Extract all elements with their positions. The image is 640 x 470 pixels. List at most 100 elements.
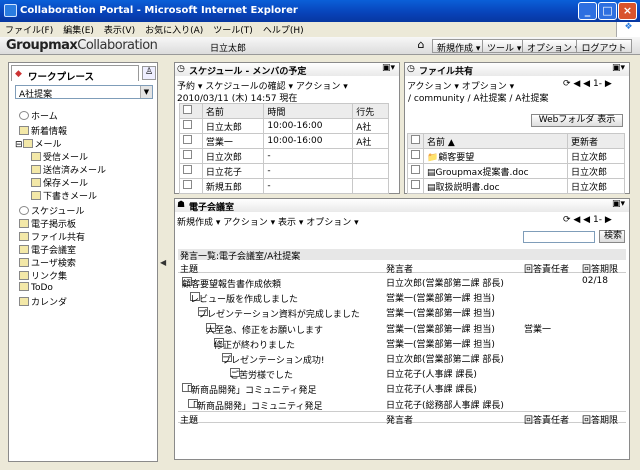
menu-file[interactable]: ファイル(F) [0,22,58,37]
table-row: 日立太郎 10:00-16:00 A社 [179,118,389,134]
table-row: ▤取扱説明書.doc 日立次郎 [407,178,626,194]
home-icon[interactable]: ⌂ [414,39,428,52]
list-item[interactable]: プレゼンテーション資料が完成しました 営業一(営業部第一課 担当) [178,305,626,320]
menu-view[interactable]: 表示(V) [99,22,140,37]
panel-controls-icon[interactable]: ▣▾ [612,199,625,209]
app-logo: GroupmaxCollaboration [6,38,158,53]
workplace-select[interactable]: A社提案 ▼ [15,85,153,100]
clock-icon: ◷ [407,64,415,74]
file-share-icon [19,232,29,241]
schedule-icon [19,206,29,215]
table-row: 営業一 10:00-16:00 A社 [179,133,389,149]
panel-controls-icon[interactable]: ▣▾ [612,63,625,73]
tree-item[interactable]: 送信済みメール [31,163,106,176]
document-icon: ▤ [427,182,436,193]
table-row: 新規五郎 - [179,178,389,194]
file-table: 名前 ▲ 更新者 📁顧客要望 日立次郎 ▤Groupmax提案書.doc 日立次郎 ▤… [407,133,626,194]
schedule-panel: ◷ スケジュール - メンバの予定 ▣▾ 予約 ▾ スケジュールの確認 ▾ アクショ… [174,62,400,194]
schedule-table: 名前 時間 行先 日立太郎 10:00-16:00 A社 営業一 10:00-16:00 A… [179,103,389,194]
thread-list-title: 発言一覧:電子会議室/A社提案 [178,249,626,262]
tree-item[interactable]: ⊟ メール [15,137,62,150]
logout-button[interactable]: ログアウト [576,39,632,54]
user-name: 日立太郎 [210,44,247,54]
menu-favorites[interactable]: お気に入り(A) [140,22,208,37]
table-row: 日立次郎 - [179,148,389,164]
menu-edit[interactable]: 編集(E) [58,22,99,37]
chevron-down-icon: ▼ [140,86,152,98]
tree-item[interactable]: 保存メール [31,176,88,189]
list-item[interactable]: 顧客要望報告書作成依頼 日立次郎(営業部第二課 部長) 02/18 [178,275,626,290]
link-icon [19,271,29,280]
tree-item[interactable]: 新着情報 [19,124,67,137]
workplace-icon: ◆ [15,69,22,79]
panel-controls-icon[interactable]: ▣▾ [382,63,395,73]
clock-icon: ◷ [177,64,185,74]
list-item[interactable]: プレゼンテーション成功! 日立次郎(営業部第二課 部長) [178,351,626,366]
close-button[interactable]: × [618,2,637,20]
webfolder-button[interactable]: Webフォルダ 表示 [531,114,623,127]
tree-item[interactable]: 電子掲示板 [19,217,76,230]
tree-item[interactable]: カレンダ [19,295,67,308]
menu-help[interactable]: ヘルプ(H) [258,22,309,37]
search-button[interactable]: 検索 [599,230,625,243]
list-item[interactable]: 「新商品開発」コミュニティ発足 日立花子(総務部人事課 課長) [178,397,626,412]
bulletin-icon [19,219,29,228]
home-icon [19,111,29,120]
tree-item[interactable]: 受信メール [31,150,88,163]
maximize-button[interactable]: □ [598,2,617,20]
todo-icon [19,282,29,291]
minimize-button[interactable]: _ [578,2,597,20]
list-item[interactable]: 「新商品開発」コミュニティ発足 日立花子(人事課 課長) [178,381,626,396]
thread-columns: 主題 発言者 回答責任者 回答期限 [178,261,626,275]
tree-item[interactable]: スケジュール [19,204,84,217]
inbox-icon [31,152,41,161]
list-item[interactable]: レビュー版を作成しました 営業一(営業部第一課 担当) [178,290,626,305]
list-item[interactable]: 大至急、修正をお願いします 営業一(営業部第一課 担当) 営業一 [178,321,626,336]
conference-icon: ☗ [177,200,186,210]
conference-header: ☗ 電子会議室 ▣▾ [175,199,629,213]
new-info-icon [19,126,29,135]
tree-item[interactable]: ユーザ検索 [19,256,76,269]
file-pager[interactable]: ⟳ ◀ ◀ 1- ▶ [563,79,612,89]
mail-icon [22,139,33,148]
window-title: Collaboration Portal - Microsoft Interne… [20,5,298,16]
saved-icon [31,178,41,187]
table-row: 📁顧客要望 日立次郎 [407,148,626,164]
conference-icon [19,245,29,254]
app-header: GroupmaxCollaboration 日立太郎 ⌂ 新規作成 ▾ ツール … [0,37,640,55]
user-tab-icon[interactable]: ♙ [142,66,156,80]
workplace-tab[interactable]: ◆ ワークプレース [11,65,139,83]
tools-menu[interactable]: ツール ▾ [482,39,527,54]
tree-item[interactable]: ファイル共有 [19,230,85,243]
tree-item[interactable]: 電子会議室 [19,243,76,256]
workplace-pane: ◆ ワークプレース ♙ A社提案 ▼ ホーム新着情報 ⊟ メール 受信メール 送信済みメール… [8,62,158,462]
tree-item[interactable]: リンク集 [19,269,67,282]
thread-columns-footer: 主題 発言者 回答責任者 回答期限 [178,411,626,426]
folder-icon: 📁 [427,152,439,163]
table-row: ▤Groupmax提案書.doc 日立次郎 [407,163,626,179]
select-all-checkbox[interactable] [183,105,192,114]
collapse-pane-icon[interactable]: ◀ [160,258,166,267]
document-icon: ▤ [427,167,436,178]
list-item[interactable]: ご苦労様でした 日立花子(人事課 課長) [178,366,626,381]
conference-toolbar[interactable]: 新規作成 ▾ アクション ▾ 表示 ▾ オプション ▾ [177,215,359,228]
menu-tools[interactable]: ツール(T) [208,22,258,37]
file-share-header: ◷ ファイル共有 ▣▾ [405,63,629,77]
list-item[interactable]: 修正が終わりました 営業一(営業部第一課 担当) [178,336,626,351]
file-share-panel: ◷ ファイル共有 ▣▾ アクション ▾ オプション ▾ ⟳ ◀ ◀ 1- ▶ / c… [404,62,630,194]
search-input[interactable] [523,231,595,243]
sent-icon [31,165,41,174]
tree-item[interactable]: ToDo [19,282,53,294]
tree-item[interactable]: 下書きメール [31,189,97,202]
menu-bar: ファイル(F) 編集(E) 表示(V) お気に入り(A) ツール(T) ヘルプ(H) [0,22,640,36]
window-titlebar: Collaboration Portal - Microsoft Interne… [0,0,640,22]
table-row: 日立花子 - [179,163,389,179]
conference-pager[interactable]: ⟳ ◀ ◀ 1- ▶ [563,215,612,225]
collapse-icon[interactable]: ⊟ [15,140,23,150]
calendar-icon [19,297,29,306]
schedule-header: ◷ スケジュール - メンバの予定 ▣▾ [175,63,399,77]
new-menu[interactable]: 新規作成 ▾ [432,39,486,54]
draft-icon [31,191,41,200]
tree-item[interactable]: ホーム [19,109,58,122]
ie-icon [4,4,17,17]
